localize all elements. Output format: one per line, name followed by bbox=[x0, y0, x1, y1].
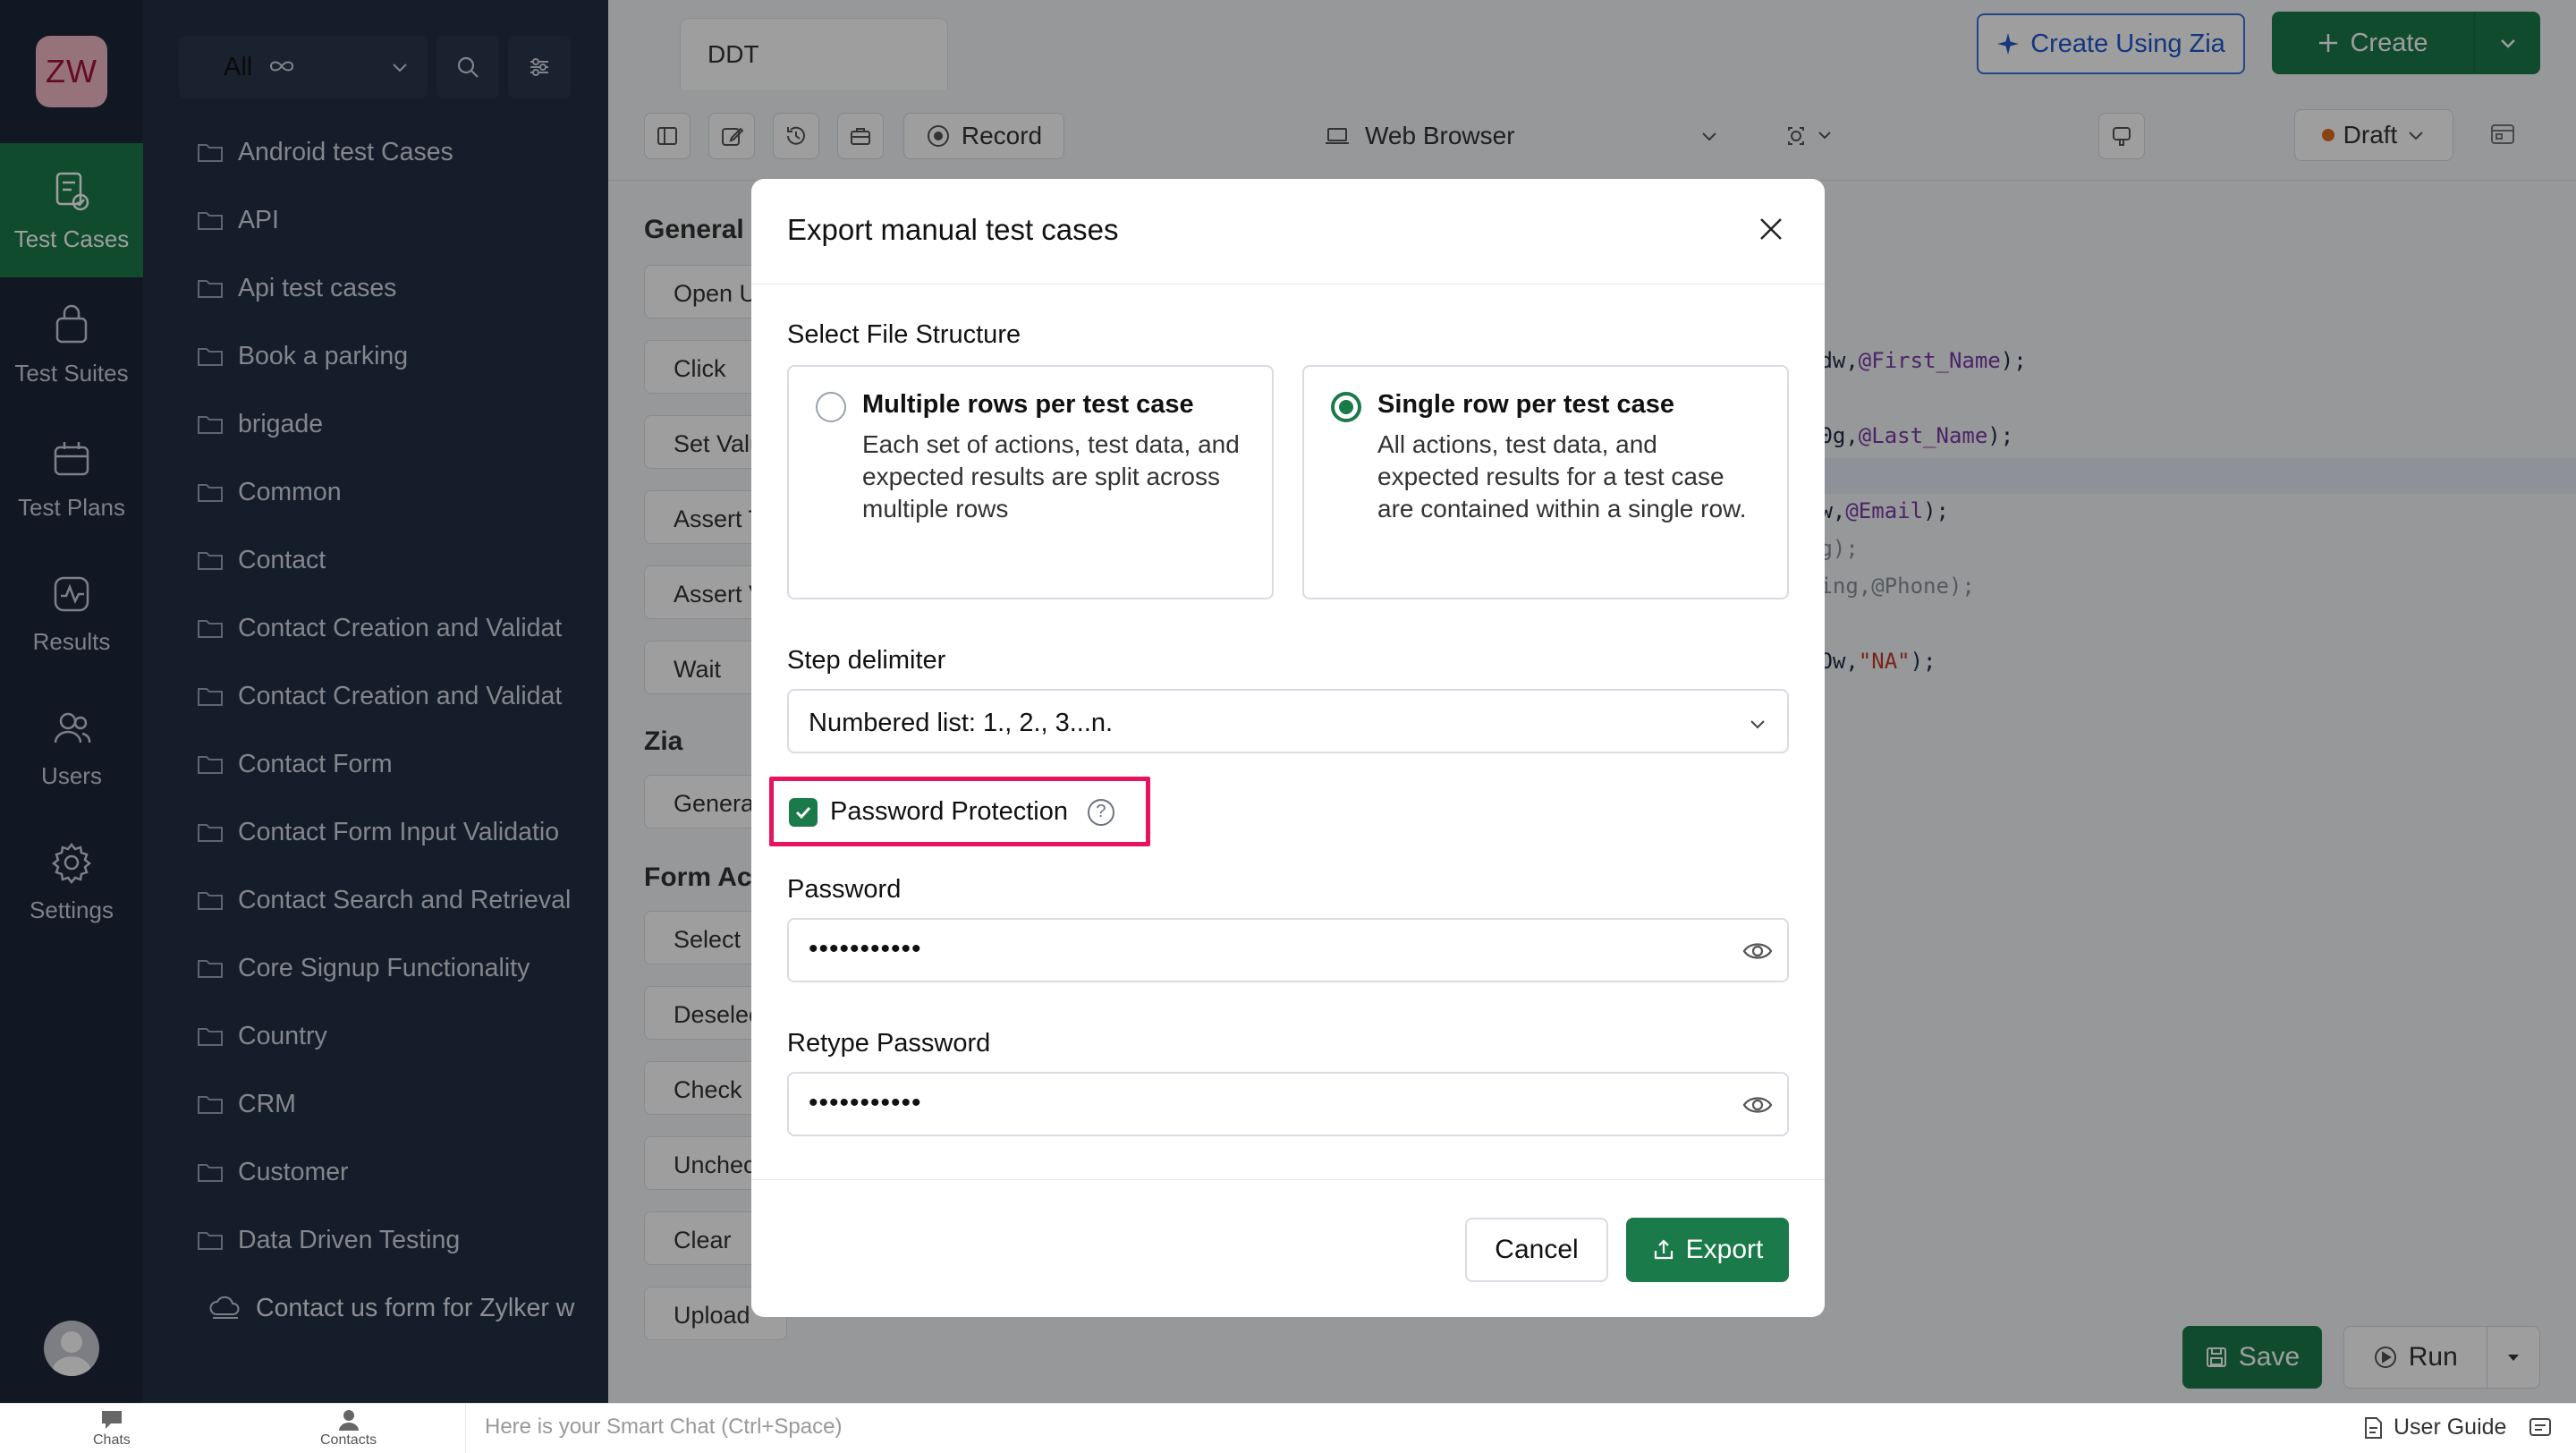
option-title: Multiple rows per test case bbox=[862, 390, 1194, 419]
password-protection-row[interactable]: Password Protection ? bbox=[789, 797, 1114, 827]
password-protection-label: Password Protection bbox=[830, 797, 1068, 826]
feedback-icon[interactable] bbox=[2528, 1415, 2555, 1440]
smart-chat-input[interactable]: Here is your Smart Chat (Ctrl+Space) bbox=[485, 1415, 842, 1440]
eye-icon[interactable] bbox=[1742, 1092, 1773, 1118]
chats-button[interactable]: Chats bbox=[93, 1407, 131, 1449]
retype-password-value: ••••••••••• bbox=[809, 1088, 922, 1117]
password-protection-checkbox[interactable] bbox=[789, 797, 818, 827]
chats-label: Chats bbox=[93, 1432, 131, 1448]
option-multiple-rows[interactable]: Multiple rows per test case Each set of … bbox=[787, 365, 1274, 599]
file-structure-label: Select File Structure bbox=[787, 320, 1021, 349]
close-icon bbox=[1760, 218, 1782, 240]
contacts-icon bbox=[338, 1410, 359, 1431]
chat-bar-separator bbox=[465, 1404, 466, 1453]
checkmark-icon bbox=[795, 806, 811, 819]
dialog-title: Export manual test cases bbox=[787, 213, 1119, 246]
user-guide-button[interactable]: User Guide bbox=[2361, 1415, 2555, 1440]
export-dialog: Export manual test cases Select File Str… bbox=[751, 179, 1825, 1317]
radio-single-row[interactable] bbox=[1331, 392, 1361, 422]
option-description: Each set of actions, test data, and expe… bbox=[862, 430, 1240, 523]
retype-password-label: Retype Password bbox=[787, 1029, 991, 1058]
retype-password-input[interactable]: ••••••••••• bbox=[787, 1072, 1789, 1136]
export-button[interactable]: Export bbox=[1626, 1218, 1789, 1282]
eye-icon[interactable] bbox=[1742, 938, 1773, 964]
password-value: ••••••••••• bbox=[809, 934, 922, 964]
option-description: All actions, test data, and expected res… bbox=[1377, 430, 1747, 523]
contacts-button[interactable]: Contacts bbox=[320, 1407, 377, 1449]
help-icon[interactable]: ? bbox=[1087, 798, 1114, 826]
cancel-button[interactable]: Cancel bbox=[1465, 1218, 1608, 1282]
close-button[interactable] bbox=[1753, 211, 1789, 247]
radio-multiple-rows[interactable] bbox=[816, 392, 846, 422]
user-guide-label: User Guide bbox=[2394, 1415, 2507, 1440]
chevron-down-icon bbox=[1750, 720, 1765, 729]
contacts-label: Contacts bbox=[320, 1432, 377, 1448]
dialog-footer: Cancel Export bbox=[751, 1179, 1825, 1317]
password-label: Password bbox=[787, 875, 902, 904]
export-label: Export bbox=[1685, 1235, 1764, 1264]
step-delimiter-label: Step delimiter bbox=[787, 646, 946, 675]
chat-bar: Chats Contacts Here is your Smart Chat (… bbox=[0, 1403, 2576, 1453]
dialog-header: Export manual test cases bbox=[751, 179, 1825, 285]
option-single-row[interactable]: Single row per test case All actions, te… bbox=[1302, 365, 1789, 599]
export-icon bbox=[1654, 1239, 1673, 1260]
step-delimiter-value: Numbered list: 1., 2., 3...n. bbox=[809, 709, 1114, 737]
chat-icon bbox=[101, 1411, 122, 1429]
option-title: Single row per test case bbox=[1377, 390, 1675, 419]
password-input[interactable]: ••••••••••• bbox=[787, 918, 1789, 982]
step-delimiter-select[interactable]: Numbered list: 1., 2., 3...n. bbox=[787, 689, 1789, 753]
user-guide-icon bbox=[2365, 1416, 2382, 1439]
